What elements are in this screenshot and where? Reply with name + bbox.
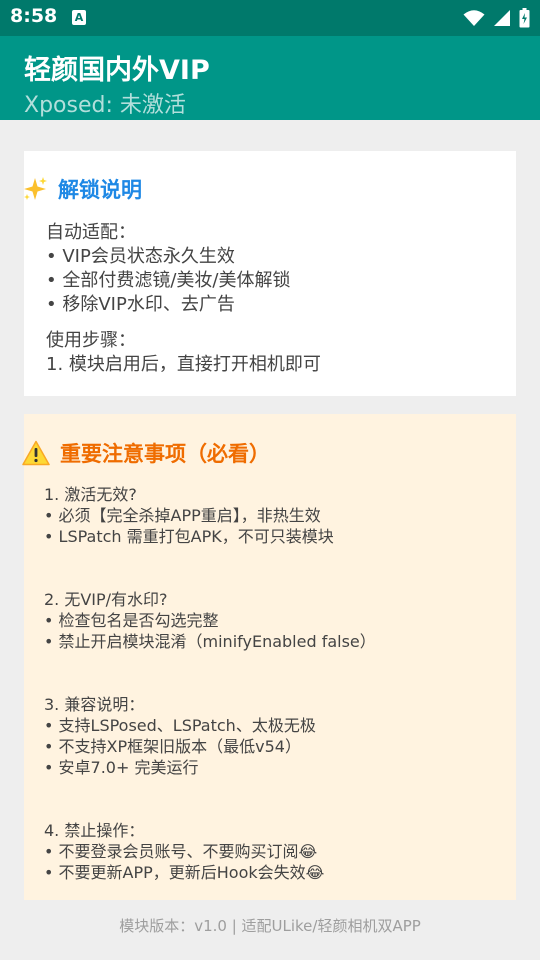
version-footer: 模块版本：v1.0 | 适配ULike/轻颜相机双APP <box>119 917 421 935</box>
battery-icon <box>519 8 530 28</box>
notes-line: • LSPatch 需重打包APK，不可只装模块 <box>44 527 334 546</box>
wifi-icon <box>463 10 485 26</box>
app-title: 轻颜国内外VIP <box>24 55 210 86</box>
notes-card-title: 重要注意事项（必看） <box>60 442 270 466</box>
sparkles-icon <box>24 177 47 200</box>
notes-line: • 禁止开启模块混淆（minifyEnabled false） <box>44 632 376 651</box>
unlock-line: 使用步骤： <box>46 330 136 351</box>
unlock-line: 自动适配： <box>46 222 136 243</box>
notes-line: • 安卓7.0+ 完美运行 <box>44 758 199 777</box>
unlock-line: 1. 模块启用后，直接打开相机即可 <box>46 354 321 375</box>
notes-line: • 不要更新APP，更新后Hook会失效😂 <box>44 863 325 882</box>
unlock-line: • 全部付费滤镜/美妆/美体解锁 <box>46 270 291 291</box>
unlock-card-header: 解锁说明 <box>22 174 142 204</box>
notification-icon: A <box>72 10 86 25</box>
unlock-card-title: 解锁说明 <box>58 178 142 202</box>
status-icons <box>463 8 530 28</box>
status-time: 8:58 <box>10 5 58 27</box>
xposed-status: Xposed: 未激活 <box>24 93 186 118</box>
app-bar: 轻颜国内外VIP Xposed: 未激活 <box>0 36 540 120</box>
unlock-line: • VIP会员状态永久生效 <box>46 246 235 267</box>
status-bar: 8:58 A <box>0 0 540 36</box>
signal-icon <box>494 10 510 26</box>
notes-card-header: 重要注意事项（必看） <box>22 438 270 468</box>
warning-icon <box>22 440 50 466</box>
unlock-line: • 移除VIP水印、去广告 <box>46 294 235 315</box>
